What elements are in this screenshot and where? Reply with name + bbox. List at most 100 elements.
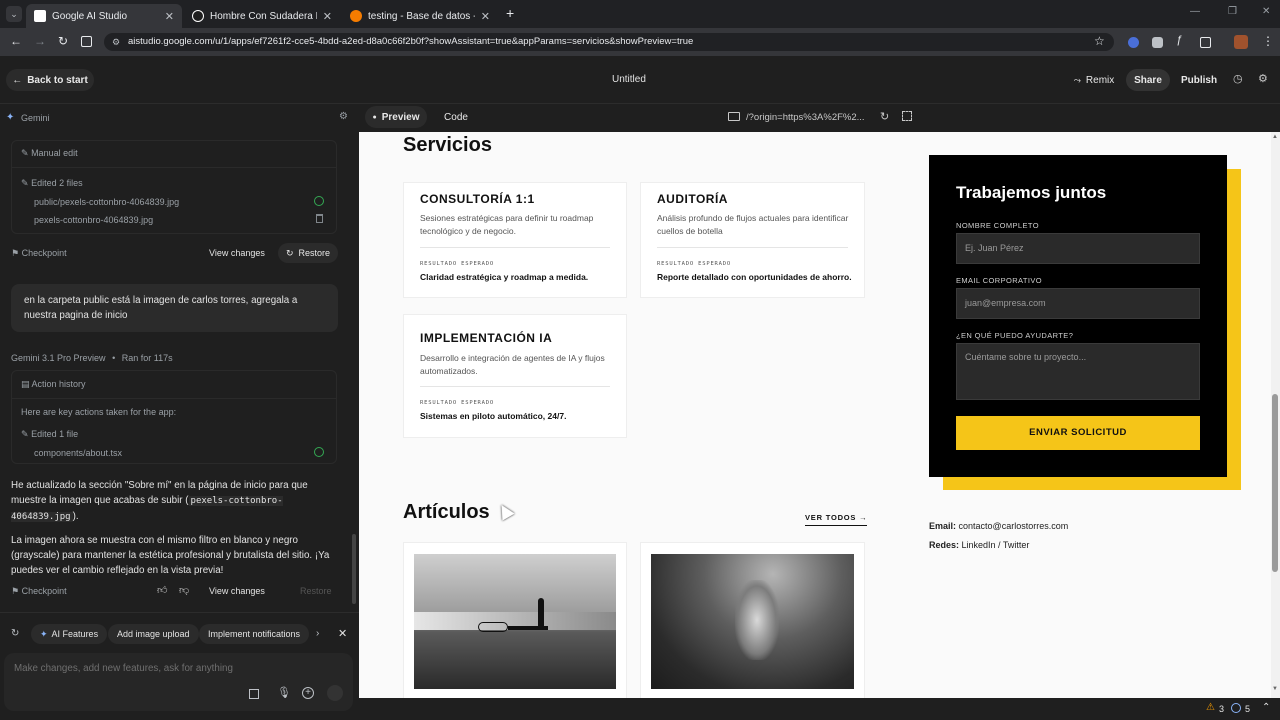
name-field[interactable]: Ej. Juan Pérez	[956, 233, 1200, 264]
remix-button[interactable]: ⤳ Remix	[1068, 69, 1120, 91]
minimize-icon[interactable]: —	[1190, 6, 1200, 17]
chevron-up-icon[interactable]: ⌃	[1262, 702, 1270, 713]
services-heading: Servicios	[403, 134, 492, 156]
manual-edit-row[interactable]: ✎ Manual edit	[21, 148, 78, 159]
browser-menu-icon[interactable]: ⋮	[1262, 34, 1274, 48]
extension-icon-2[interactable]	[1152, 37, 1163, 48]
scroll-down-icon[interactable]: ▼	[1272, 686, 1278, 692]
reload-icon[interactable]: ↻	[58, 34, 68, 48]
flag-icon: ⚑	[11, 586, 20, 596]
history-doc-icon: ▤	[21, 379, 30, 389]
restore-button-disabled[interactable]: Restore	[300, 586, 332, 596]
refresh-suggestions-icon[interactable]: ↻	[11, 628, 19, 639]
chip-implement-notifications[interactable]: Implement notifications	[199, 624, 310, 644]
scroll-thumb[interactable]	[1272, 394, 1278, 572]
model-run-info: Gemini 3.1 Pro Preview • Ran for 117s	[11, 353, 173, 363]
restore-button[interactable]: ↻ Restore	[278, 243, 338, 263]
tab-preview[interactable]: ● Preview	[365, 106, 427, 128]
preview-scrollbar[interactable]: ▲ ▼	[1271, 132, 1280, 698]
restore-icon: ↻	[285, 247, 294, 258]
address-bar[interactable]: ⚙ aistudio.google.com/u/1/apps/ef7261f2-…	[104, 33, 1114, 51]
status-bar: ⚠ 3 5 ⌃	[359, 698, 1280, 720]
tab-title: Google AI Studio	[52, 10, 128, 22]
active-dot-icon: ●	[372, 113, 377, 121]
sidebar-toggle-icon[interactable]	[81, 36, 92, 47]
browser-tab-ai-studio[interactable]: Google AI Studio ✕	[26, 4, 182, 28]
service-card: AUDITORÍA Análisis profundo de flujos ac…	[640, 182, 865, 298]
forward-arrow-icon[interactable]: →	[34, 34, 46, 48]
browser-tab-testing[interactable]: testing - Base de datos - Datos ✕	[342, 4, 498, 28]
panel-scrollbar[interactable]	[352, 534, 356, 604]
settings-gear-icon[interactable]: ⚙	[1258, 72, 1268, 85]
help-label: ¿EN QUÉ PUEDO AYUDARTE?	[956, 331, 1074, 340]
action-history-row[interactable]: ▤ Action history	[21, 379, 86, 390]
article-card[interactable]	[640, 542, 865, 698]
share-button[interactable]: Share	[1126, 69, 1170, 91]
edited-files-row[interactable]: ✎ Edited 1 file	[21, 429, 78, 440]
refresh-preview-icon[interactable]: ↻	[880, 110, 889, 123]
close-window-icon[interactable]: ✕	[1262, 6, 1270, 17]
publish-button[interactable]: Publish	[1176, 69, 1222, 91]
chip-ai-features[interactable]: ✦ AI Features	[31, 624, 108, 644]
send-button[interactable]	[327, 685, 343, 701]
email-label: EMAIL CORPORATIVO	[956, 276, 1042, 285]
device-toggle-icon[interactable]	[728, 112, 740, 121]
project-textarea[interactable]: Cuéntame sobre tu proyecto...	[956, 343, 1200, 400]
close-tab-icon[interactable]: ✕	[165, 10, 174, 23]
add-attachment-icon[interactable]: +	[302, 687, 314, 699]
form-title: Trabajemos juntos	[956, 183, 1107, 202]
info-count: 5	[1245, 704, 1251, 714]
extensions-puzzle-icon[interactable]	[1200, 37, 1211, 48]
thumbs-up-icon[interactable]: 👍︎	[157, 584, 167, 596]
restore-window-icon[interactable]: ❐	[1228, 6, 1237, 17]
history-icon[interactable]: ◷	[1233, 72, 1243, 85]
mouse-cursor-icon	[495, 501, 515, 521]
file-item[interactable]: public/pexels-cottonbro-4064839.jpg	[34, 197, 179, 207]
see-all-link[interactable]: VER TODOS →	[805, 513, 868, 526]
extension-icon-1[interactable]	[1128, 37, 1139, 48]
sparkle-icon: ✦	[40, 628, 48, 639]
result-label: RESULTADO ESPERADO	[420, 400, 495, 406]
actions-intro: Here are key actions taken for the app:	[21, 407, 177, 417]
app-header: ← Back to start Untitled ⤳ Remix Share P…	[0, 56, 1280, 104]
prompt-input[interactable]: Make changes, add new features, ask for …	[4, 653, 353, 711]
close-tab-icon[interactable]: ✕	[323, 10, 332, 23]
edited-files-row[interactable]: ✎ Edited 2 files	[21, 178, 83, 189]
prompt-placeholder: Make changes, add new features, ask for …	[14, 663, 233, 674]
file-item[interactable]: components/about.tsx	[34, 448, 122, 458]
browser-tab-hombre[interactable]: Hombre Con Sudadera Negra ✕	[184, 4, 340, 28]
flag-icon: ⚑	[11, 248, 20, 258]
profile-avatar-icon[interactable]	[1234, 35, 1248, 49]
new-tab-icon[interactable]: +	[506, 5, 514, 21]
tab-code[interactable]: Code	[435, 106, 477, 128]
preview-path[interactable]: /?origin=https%3A%2F%2...	[746, 112, 865, 123]
view-changes-button[interactable]: View changes	[209, 248, 265, 258]
assistant-settings-icon[interactable]: ⚙	[339, 111, 348, 122]
chip-add-image-upload[interactable]: Add image upload	[108, 624, 199, 644]
back-arrow-icon[interactable]: ←	[10, 34, 22, 48]
close-chips-icon[interactable]: ✕	[338, 627, 347, 640]
close-tab-icon[interactable]: ✕	[481, 10, 490, 23]
scroll-up-icon[interactable]: ▲	[1272, 134, 1278, 140]
pencil-icon: ✎	[21, 429, 29, 439]
screenshot-select-icon[interactable]	[249, 689, 259, 699]
back-to-start-button[interactable]: ← Back to start	[6, 69, 94, 91]
check-circle-icon	[314, 196, 324, 206]
warning-icon[interactable]: ⚠	[1206, 702, 1215, 713]
view-changes-button[interactable]: View changes	[209, 586, 265, 596]
article-card[interactable]	[403, 542, 627, 698]
site-info-icon[interactable]: ⚙	[112, 33, 120, 51]
chevron-right-icon[interactable]: ›	[316, 628, 319, 639]
info-icon[interactable]	[1231, 703, 1241, 713]
model-reply-2: La imagen ahora se muestra con el mismo …	[11, 535, 330, 576]
thumbs-down-icon[interactable]: 👎︎	[179, 584, 189, 596]
check-circle-icon	[314, 447, 324, 457]
submit-button[interactable]: ENVIAR SOLICITUD	[956, 416, 1200, 450]
bookmark-star-icon[interactable]: ☆	[1094, 34, 1105, 48]
file-item[interactable]: pexels-cottonbro-4064839.jpg	[34, 215, 153, 225]
fullscreen-icon[interactable]	[902, 111, 912, 121]
microphone-icon[interactable]: 🎙︎	[277, 686, 291, 699]
tab-list-button[interactable]: ⌄	[6, 6, 22, 22]
extension-icon-3[interactable]: ƒ	[1176, 34, 1182, 46]
email-field[interactable]: juan@empresa.com	[956, 288, 1200, 319]
